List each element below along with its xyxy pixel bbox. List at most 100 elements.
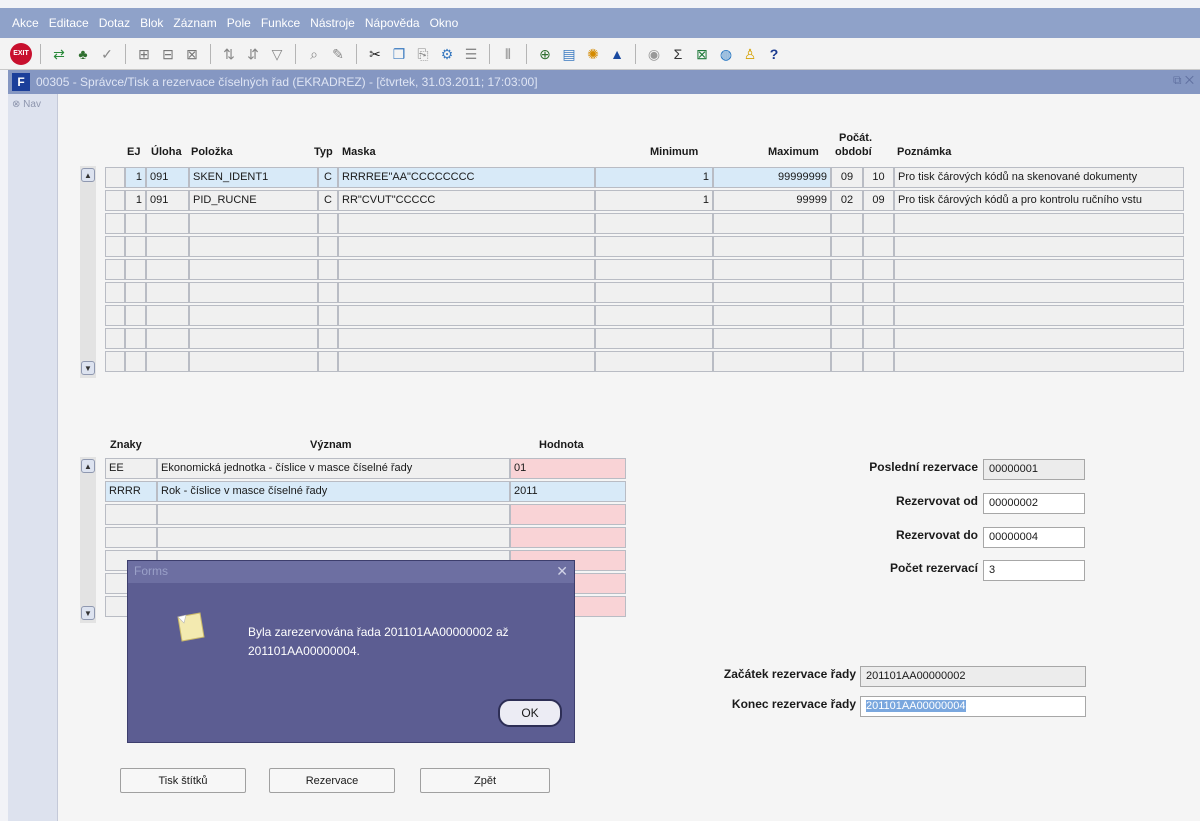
cell-maska[interactable]: RR"CVUT"CCCCC — [338, 190, 595, 211]
empty-cell[interactable] — [318, 213, 338, 234]
empty-cell[interactable] — [105, 351, 125, 372]
find-icon[interactable]: ⌕ — [304, 44, 324, 64]
menu-pole[interactable]: Pole — [227, 16, 251, 30]
empty-cell[interactable] — [338, 259, 595, 280]
cell-uloha[interactable]: 091 — [146, 190, 189, 211]
empty-cell[interactable] — [863, 305, 894, 326]
empty-cell[interactable] — [831, 213, 863, 234]
empty-cell[interactable] — [510, 504, 626, 525]
empty-cell[interactable] — [894, 305, 1184, 326]
copy-icon[interactable]: ❐ — [389, 44, 409, 64]
bottom-grid-scrollbar[interactable] — [80, 457, 96, 623]
tools-icon[interactable]: ⚙ — [437, 44, 457, 64]
cell-vyznam[interactable]: Ekonomická jednotka - číslice v masce čí… — [157, 458, 510, 479]
cell-typ[interactable]: C — [318, 167, 338, 188]
empty-cell[interactable] — [125, 259, 146, 280]
rezervace-button[interactable]: Rezervace — [269, 768, 395, 793]
empty-cell[interactable] — [318, 351, 338, 372]
empty-cell[interactable] — [338, 328, 595, 349]
exit-button[interactable]: EXIT — [10, 42, 32, 65]
cell-polozka[interactable]: PID_RUCNE — [189, 190, 318, 211]
cell-ej[interactable]: 1 — [125, 167, 146, 188]
empty-cell[interactable] — [713, 213, 831, 234]
empty-cell[interactable] — [894, 351, 1184, 372]
cell-maska[interactable]: RRRREE"AA"CCCCCCCC — [338, 167, 595, 188]
filter-icon[interactable]: ▽ — [267, 44, 287, 64]
disk-icon[interactable]: ◉ — [644, 44, 664, 64]
cell-maximum[interactable]: 99999999 — [713, 167, 831, 188]
empty-cell[interactable] — [146, 282, 189, 303]
cell-typ[interactable]: C — [318, 190, 338, 211]
empty-cell[interactable] — [125, 213, 146, 234]
empty-cell[interactable] — [863, 328, 894, 349]
empty-cell[interactable] — [894, 259, 1184, 280]
cell-poznamka[interactable]: Pro tisk čárových kódů na skenované doku… — [894, 167, 1184, 188]
ok-button[interactable]: OK — [498, 699, 562, 727]
empty-cell[interactable] — [318, 328, 338, 349]
cell-polozka[interactable]: SKEN_IDENT1 — [189, 167, 318, 188]
empty-cell[interactable] — [863, 351, 894, 372]
row1-selector[interactable] — [105, 167, 125, 188]
empty-cell[interactable] — [146, 305, 189, 326]
empty-cell[interactable] — [713, 259, 831, 280]
empty-cell[interactable] — [338, 236, 595, 257]
scroll-up-icon[interactable]: ▲ — [81, 168, 95, 182]
nav-toggle[interactable]: ⊗ Nav — [8, 94, 57, 110]
menu-nastroje[interactable]: Nástroje — [310, 16, 355, 30]
empty-cell[interactable] — [863, 282, 894, 303]
empty-cell[interactable] — [125, 351, 146, 372]
empty-cell[interactable] — [894, 328, 1184, 349]
cell-minimum[interactable]: 1 — [595, 167, 713, 188]
empty-cell[interactable] — [338, 213, 595, 234]
columns-icon[interactable]: ⫴ — [498, 44, 518, 64]
top-grid-scrollbar[interactable] — [80, 166, 96, 378]
empty-cell[interactable] — [189, 282, 318, 303]
cell-vyznam[interactable]: Rok - číslice v masce číselné řady — [157, 481, 510, 502]
empty-cell[interactable] — [595, 328, 713, 349]
empty-cell[interactable] — [189, 236, 318, 257]
edit-icon[interactable]: ✎ — [328, 44, 348, 64]
menu-zaznam[interactable]: Záznam — [173, 16, 216, 30]
empty-cell[interactable] — [189, 328, 318, 349]
empty-cell[interactable] — [713, 236, 831, 257]
field-rezervovat-do[interactable]: 00000004 — [983, 527, 1085, 548]
empty-cell[interactable] — [595, 351, 713, 372]
empty-cell[interactable] — [146, 328, 189, 349]
empty-cell[interactable] — [146, 236, 189, 257]
empty-cell[interactable] — [338, 305, 595, 326]
menu-blok[interactable]: Blok — [140, 16, 163, 30]
empty-cell[interactable] — [146, 213, 189, 234]
menu-napoveda[interactable]: Nápověda — [365, 16, 420, 30]
menu-dotaz[interactable]: Dotaz — [99, 16, 130, 30]
warning-icon[interactable]: ▲ — [607, 44, 627, 64]
empty-cell[interactable] — [105, 527, 157, 548]
empty-cell[interactable] — [510, 527, 626, 548]
empty-cell[interactable] — [863, 259, 894, 280]
document-icon[interactable]: ▤ — [559, 44, 579, 64]
empty-cell[interactable] — [157, 527, 510, 548]
empty-cell[interactable] — [189, 305, 318, 326]
empty-cell[interactable] — [105, 305, 125, 326]
menu-akce[interactable]: Akce — [12, 16, 39, 30]
empty-cell[interactable] — [338, 282, 595, 303]
empty-cell[interactable] — [894, 282, 1184, 303]
empty-cell[interactable] — [146, 351, 189, 372]
empty-cell[interactable] — [713, 305, 831, 326]
empty-cell[interactable] — [105, 236, 125, 257]
cell-obdobi-od[interactable]: 02 — [831, 190, 863, 211]
empty-cell[interactable] — [894, 213, 1184, 234]
empty-cell[interactable] — [338, 351, 595, 372]
excel-icon[interactable]: ⊠ — [692, 44, 712, 64]
empty-cell[interactable] — [105, 259, 125, 280]
empty-cell[interactable] — [157, 504, 510, 525]
empty-cell[interactable] — [318, 305, 338, 326]
empty-cell[interactable] — [831, 259, 863, 280]
menu-funkce[interactable]: Funkce — [261, 16, 300, 30]
query-icon[interactable]: ⊞ — [134, 44, 154, 64]
save-icon[interactable]: ⇄ — [49, 44, 69, 64]
close-icon[interactable]: ✕ — [556, 563, 568, 580]
cell-maximum[interactable]: 99999 — [713, 190, 831, 211]
empty-cell[interactable] — [863, 213, 894, 234]
field-posledni-rezervace[interactable]: 00000001 — [983, 459, 1085, 480]
cell-uloha[interactable]: 091 — [146, 167, 189, 188]
